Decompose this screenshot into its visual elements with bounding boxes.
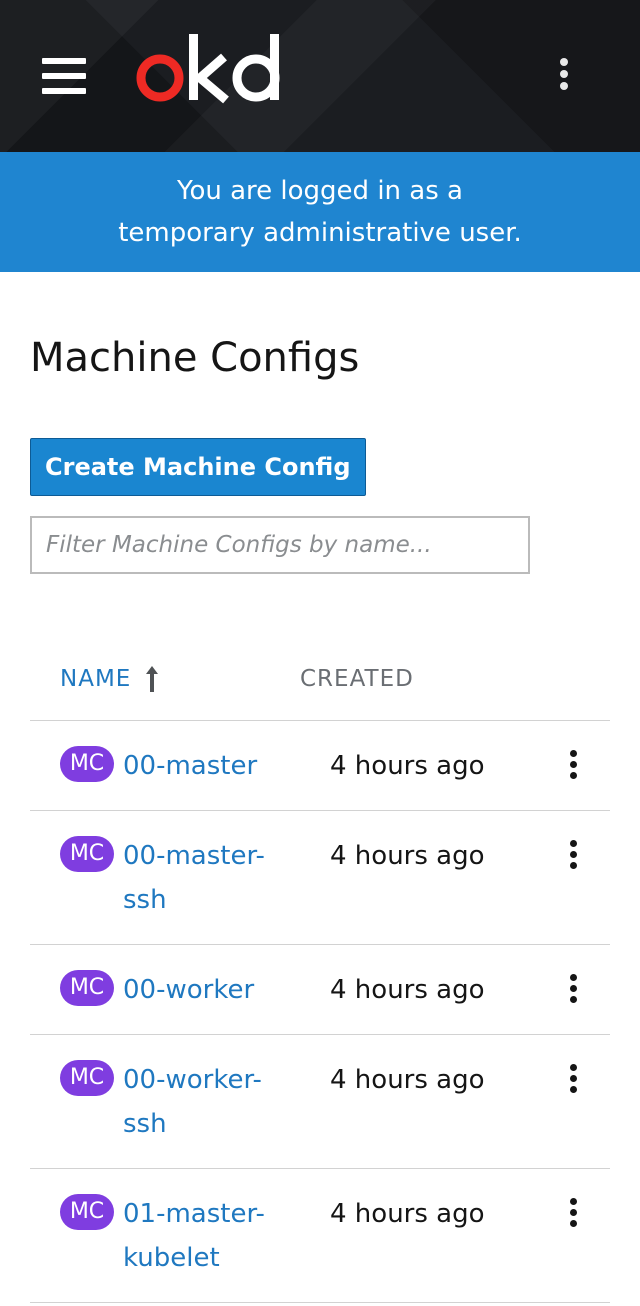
name-cell: MC 01-master-kubelet [30, 1192, 330, 1280]
row-kebab-icon[interactable] [566, 1198, 580, 1231]
mc-badge: MC [60, 746, 114, 782]
row-kebab-icon[interactable] [566, 750, 580, 783]
banner-text: You are logged in as a temporary adminis… [118, 176, 522, 248]
created-cell: 4 hours ago [330, 975, 485, 1005]
actions-cell [550, 834, 610, 873]
name-cell: MC 00-worker [30, 968, 330, 1012]
row-kebab-icon[interactable] [566, 1064, 580, 1097]
mc-badge: MC [60, 1060, 114, 1096]
main-content: Machine Configs Create Machine Config NA… [0, 334, 640, 1303]
machine-config-link[interactable]: 00-master-ssh [123, 834, 273, 922]
name-cell: MC 00-master [30, 744, 330, 788]
name-cell: MC 00-worker-ssh [30, 1058, 330, 1146]
page-title: Machine Configs [30, 335, 360, 381]
okd-logo[interactable] [136, 30, 286, 106]
column-header-created[interactable]: CREATED [300, 666, 414, 692]
hamburger-menu-icon[interactable] [42, 58, 86, 98]
masthead-kebab-icon[interactable] [556, 58, 572, 98]
temporary-admin-banner: You are logged in as a temporary adminis… [0, 152, 640, 272]
table-row: MC 00-master 4 hours ago [30, 721, 610, 811]
actions-cell [550, 968, 610, 1007]
filter-input[interactable] [30, 516, 530, 574]
machine-config-link[interactable]: 00-worker [123, 968, 273, 1012]
created-cell: 4 hours ago [330, 1065, 485, 1095]
column-header-name[interactable]: NAME [30, 666, 300, 692]
created-cell: 4 hours ago [330, 751, 485, 781]
table-row: MC 00-master-ssh 4 hours ago [30, 811, 610, 945]
machine-config-link[interactable]: 00-master [123, 744, 273, 788]
create-machine-config-button[interactable]: Create Machine Config [30, 438, 366, 496]
row-kebab-icon[interactable] [566, 840, 580, 873]
created-cell: 4 hours ago [330, 841, 485, 871]
actions-cell [550, 1058, 610, 1097]
mc-badge: MC [60, 970, 114, 1006]
machine-configs-table: NAME CREATED MC 00-master 4 hours ago MC… [30, 638, 610, 1303]
table-row: MC 00-worker-ssh 4 hours ago [30, 1035, 610, 1169]
table-row: MC 01-master-kubelet 4 hours ago [30, 1169, 610, 1303]
machine-config-link[interactable]: 00-worker-ssh [123, 1058, 273, 1146]
machine-config-link[interactable]: 01-master-kubelet [123, 1192, 273, 1280]
actions-cell [550, 744, 610, 783]
column-header-name-label: NAME [60, 666, 132, 692]
table-row: MC 00-worker 4 hours ago [30, 945, 610, 1035]
mc-badge: MC [60, 836, 114, 872]
name-cell: MC 00-master-ssh [30, 834, 330, 922]
created-cell: 4 hours ago [330, 1199, 485, 1229]
sort-ascending-icon [146, 666, 159, 692]
masthead [0, 0, 640, 152]
mc-badge: MC [60, 1194, 114, 1230]
actions-cell [550, 1192, 610, 1231]
table-header: NAME CREATED [30, 638, 610, 721]
row-kebab-icon[interactable] [566, 974, 580, 1007]
